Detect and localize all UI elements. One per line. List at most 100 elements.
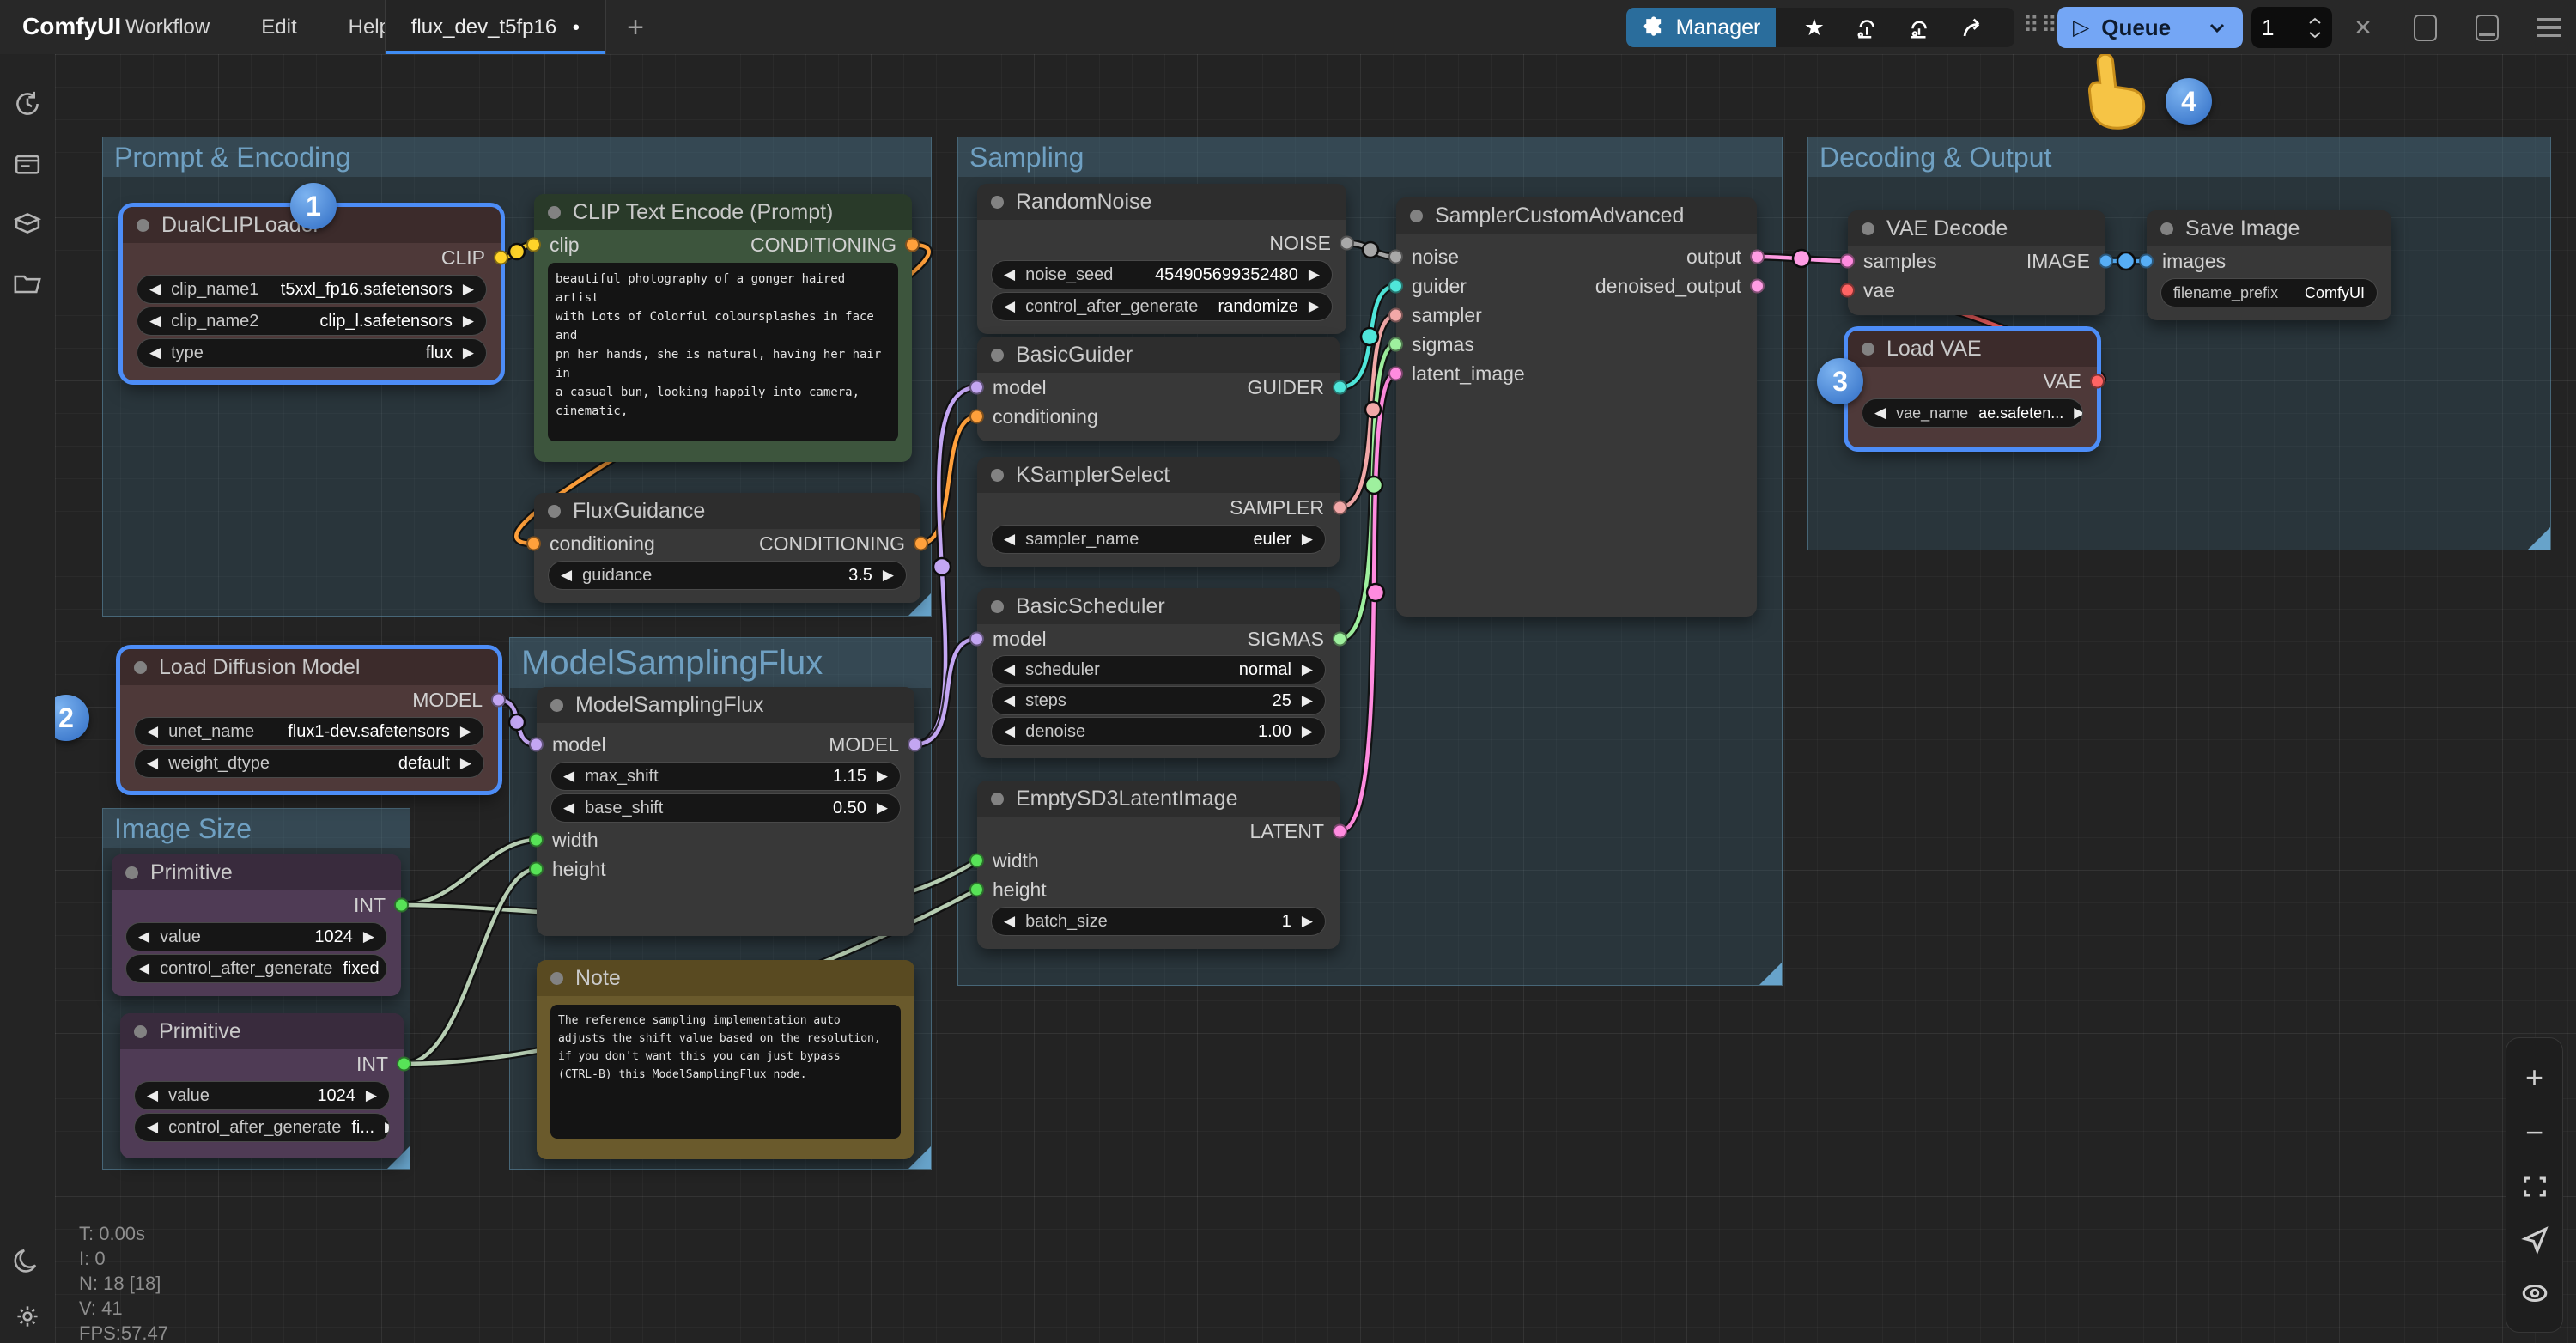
increment-icon[interactable]: ▶ — [363, 928, 374, 945]
decrement-icon[interactable]: ◀ — [561, 567, 572, 584]
decrement-icon[interactable]: ◀ — [147, 1087, 158, 1104]
widget-filename_prefix[interactable]: filename_prefixComfyUI — [2160, 278, 2378, 307]
node-primitive-width[interactable]: Primitive INT ◀value1024▶ ◀control_after… — [112, 854, 401, 996]
decrement-icon[interactable]: ◀ — [138, 960, 149, 977]
node-header[interactable]: EmptySD3LatentImage — [977, 781, 1340, 817]
toolbar-drag-handle[interactable]: ⠿⠿ — [2023, 12, 2059, 39]
node-clip-text-encode[interactable]: CLIP Text Encode (Prompt) clipCONDITIONI… — [534, 194, 912, 462]
widget-weight_dtype[interactable]: ◀weight_dtypedefault▶ — [134, 749, 484, 778]
widget-guidance[interactable]: ◀guidance3.5▶ — [548, 561, 907, 590]
menu-edit[interactable]: Edit — [261, 15, 296, 40]
input-port-samples[interactable] — [1840, 254, 1855, 269]
collapse-dot-icon[interactable] — [137, 219, 149, 232]
collapse-dot-icon[interactable] — [550, 699, 563, 712]
input-port-model[interactable] — [529, 738, 544, 752]
fit-view-button[interactable] — [2520, 1172, 2549, 1201]
output-port-clip[interactable] — [494, 251, 508, 265]
increment-icon[interactable]: ▶ — [1309, 266, 1320, 283]
group-header[interactable]: ModelSamplingFlux — [510, 638, 931, 688]
window-panel-button[interactable] — [2409, 12, 2440, 43]
input-port-images[interactable] — [2139, 254, 2154, 269]
increment-icon[interactable]: ▶ — [385, 1119, 390, 1136]
node-basicscheduler[interactable]: BasicScheduler modelSIGMAS ◀schedulernor… — [977, 588, 1340, 758]
group-header[interactable]: Prompt & Encoding — [103, 137, 931, 177]
widget-type[interactable]: ◀typeflux▶ — [137, 338, 487, 368]
output-port-guider[interactable] — [1333, 380, 1347, 395]
input-port-height[interactable] — [969, 883, 984, 897]
widget-base_shift[interactable]: ◀base_shift0.50▶ — [550, 793, 901, 823]
decrement-icon[interactable]: ◀ — [1004, 723, 1015, 740]
increment-icon[interactable]: ▶ — [460, 755, 471, 772]
increment-icon[interactable]: ▶ — [366, 1087, 377, 1104]
widget-control_after_generate[interactable]: ◀control_after_generatefixed▶ — [125, 954, 387, 983]
output-port-latent[interactable] — [1333, 824, 1347, 839]
decrement-icon[interactable]: ◀ — [147, 1119, 158, 1136]
decrement-icon[interactable]: ◀ — [138, 928, 149, 945]
widget-control_after_generate[interactable]: ◀control_after_generaterandomize▶ — [991, 292, 1333, 321]
queue-button[interactable]: ▷ Queue — [2057, 7, 2243, 48]
collapse-dot-icon[interactable] — [1862, 222, 1874, 235]
batch-count-steppers[interactable] — [2308, 17, 2322, 39]
collapse-dot-icon[interactable] — [550, 972, 563, 985]
node-note[interactable]: Note The reference sampling implementati… — [537, 960, 914, 1159]
output-port-denoised-output[interactable] — [1750, 279, 1765, 294]
decrement-icon[interactable]: ◀ — [1004, 913, 1015, 930]
node-emptysd3latentimage[interactable]: EmptySD3LatentImage LATENT width height … — [977, 781, 1340, 949]
node-samplercustomadvanced[interactable]: SamplerCustomAdvanced noiseoutput guider… — [1396, 198, 1757, 617]
zoom-in-button[interactable]: + — [2525, 1062, 2543, 1093]
output-port-sampler[interactable] — [1333, 501, 1347, 515]
input-port-width[interactable] — [969, 854, 984, 868]
widget-scheduler[interactable]: ◀schedulernormal▶ — [991, 655, 1326, 684]
output-port-model[interactable] — [491, 693, 506, 708]
decrement-icon[interactable]: ◀ — [1874, 404, 1886, 422]
increment-icon[interactable]: ▶ — [877, 799, 888, 817]
decrement-icon[interactable]: ◀ — [147, 755, 158, 772]
node-header[interactable]: CLIP Text Encode (Prompt) — [534, 194, 912, 230]
collapse-dot-icon[interactable] — [134, 1025, 147, 1038]
node-save-image[interactable]: Save Image images filename_prefixComfyUI — [2147, 210, 2391, 320]
widget-value[interactable]: ◀value1024▶ — [125, 922, 387, 951]
output-port-output[interactable] — [1750, 250, 1765, 264]
zoom-out-button[interactable]: − — [2525, 1117, 2543, 1148]
step-down-icon[interactable] — [2308, 31, 2322, 39]
sidebar-model-library-button[interactable] — [12, 209, 43, 240]
widget-batch_size[interactable]: ◀batch_size1▶ — [991, 907, 1326, 936]
increment-icon[interactable]: ▶ — [463, 344, 474, 362]
widget-steps[interactable]: ◀steps25▶ — [991, 686, 1326, 715]
increment-icon[interactable]: ▶ — [463, 313, 474, 330]
decrement-icon[interactable]: ◀ — [1004, 298, 1015, 315]
group-resize-handle[interactable] — [1759, 963, 1782, 985]
decrement-icon[interactable]: ◀ — [1004, 692, 1015, 709]
node-header[interactable]: BasicScheduler — [977, 588, 1340, 624]
node-primitive-height[interactable]: Primitive INT ◀value1024▶ ◀control_after… — [120, 1013, 404, 1158]
sidebar-queue-history-button[interactable] — [12, 88, 43, 119]
widget-control_after_generate[interactable]: ◀control_after_generatefi...▶ — [134, 1113, 390, 1142]
decrement-icon[interactable]: ◀ — [147, 723, 158, 740]
bottom-panel-button[interactable] — [2471, 12, 2502, 43]
collapse-dot-icon[interactable] — [991, 600, 1004, 613]
node-header[interactable]: VAE Decode — [1848, 210, 2105, 246]
theme-toggle-moon-icon[interactable] — [12, 1246, 43, 1277]
node-load-vae[interactable]: Load VAE VAE ◀vae_nameae.safeten...▶ — [1848, 331, 2097, 447]
favorites-star-icon[interactable]: ★ — [1804, 15, 1825, 41]
decrement-icon[interactable]: ◀ — [149, 281, 161, 298]
node-load-diffusion-model[interactable]: Load Diffusion Model MODEL ◀unet_nameflu… — [120, 649, 498, 791]
node-dualcliploader[interactable]: DualCLIPLoader CLIP ◀clip_name1t5xxl_fp1… — [123, 207, 501, 380]
widget-noise_seed[interactable]: ◀noise_seed454905699352480▶ — [991, 260, 1333, 289]
output-port-sigmas[interactable] — [1333, 632, 1347, 647]
increment-icon[interactable]: ▶ — [1302, 531, 1313, 548]
collapse-dot-icon[interactable] — [134, 661, 147, 674]
decrement-icon[interactable]: ◀ — [149, 344, 161, 362]
node-modelsamplingflux[interactable]: ModelSamplingFlux modelMODEL ◀max_shift1… — [537, 687, 914, 936]
menu-workflow[interactable]: Workflow — [125, 15, 210, 40]
collapse-dot-icon[interactable] — [125, 866, 138, 879]
queue-list-button[interactable] — [2533, 12, 2564, 43]
collapse-dot-icon[interactable] — [548, 505, 561, 518]
input-port-noise[interactable] — [1388, 250, 1403, 264]
prompt-textarea[interactable]: beautiful photography of a gonger haired… — [548, 263, 898, 441]
increment-icon[interactable]: ▶ — [460, 723, 471, 740]
node-header[interactable]: Save Image — [2147, 210, 2391, 246]
group-header[interactable]: Decoding & Output — [1808, 137, 2550, 177]
input-port-vae[interactable] — [1840, 283, 1855, 298]
output-port-vae[interactable] — [2090, 374, 2105, 389]
